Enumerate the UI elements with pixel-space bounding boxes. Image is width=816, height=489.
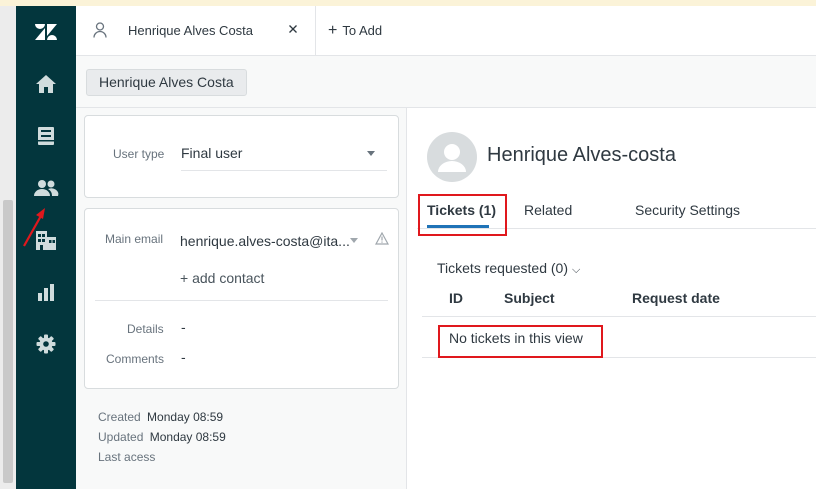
warning-icon (375, 232, 389, 245)
tab-security-settings[interactable]: Security Settings (635, 202, 740, 218)
breadcrumb-bar: Henrique Alves Costa (76, 56, 816, 108)
column-header-subject[interactable]: Subject (504, 290, 555, 306)
add-tab-button[interactable]: + To Add (328, 6, 382, 55)
created-label: Created (98, 410, 141, 424)
column-header-id[interactable]: ID (449, 290, 463, 306)
tickets-requested-label: Tickets requested (0) (437, 260, 568, 276)
add-tab-label: To Add (342, 23, 383, 38)
details-field[interactable]: - (181, 319, 186, 335)
tab-related[interactable]: Related (524, 202, 572, 218)
nav-admin[interactable] (16, 324, 76, 364)
contact-card: Main email henrique.alves-costa@ita... +… (84, 208, 399, 389)
user-type-card: User type Final user (84, 115, 399, 198)
tab-label: Henrique Alves Costa (128, 23, 254, 38)
profile-name: Henrique Alves-costa (487, 144, 676, 166)
annotation-arrow-icon (23, 208, 45, 247)
comments-label: Comments (106, 352, 165, 366)
breadcrumb[interactable]: Henrique Alves Costa (86, 69, 247, 96)
chevron-down-icon[interactable] (367, 151, 375, 156)
avatar-person-icon (438, 144, 466, 172)
divider (95, 300, 388, 301)
chevron-down-icon: ⌵ (571, 264, 581, 276)
tab-bar: Henrique Alves Costa + To Add (76, 6, 816, 56)
updated-value: Monday 08:59 (149, 430, 226, 444)
last-access-label: Last acess (98, 450, 156, 464)
updated-meta: Updated Monday 08:59 (98, 430, 226, 444)
details-label: Details (127, 322, 164, 336)
comments-field[interactable]: - (181, 349, 186, 365)
plus-icon: + (328, 21, 338, 39)
column-header-request-date[interactable]: Request date (632, 290, 720, 306)
updated-label: Updated (98, 430, 144, 444)
created-meta: Created Monday 08:59 (98, 410, 223, 424)
user-type-select[interactable]: Final user (181, 145, 242, 161)
highlight-box-tickets-tab (418, 194, 507, 236)
gear-icon (36, 334, 56, 354)
created-value: Monday 08:59 (147, 410, 224, 424)
close-icon[interactable] (285, 21, 301, 37)
main-email-label: Main email (105, 232, 164, 246)
chevron-down-icon[interactable] (350, 238, 358, 243)
last-access-meta: Last acess (98, 450, 155, 464)
tickets-requested-toggle[interactable]: Tickets requested (0) ⌵ (437, 260, 580, 277)
nav-reporting[interactable] (16, 272, 76, 312)
avatar (427, 132, 477, 182)
tab-user[interactable]: Henrique Alves Costa (76, 6, 316, 55)
table-divider (422, 316, 816, 317)
bar-chart-icon (38, 284, 54, 301)
add-contact-link[interactable]: + add contact (180, 270, 264, 286)
highlight-box-empty-message (438, 325, 603, 358)
divider (181, 170, 387, 171)
user-properties-panel: User type Final user Main email henrique… (76, 108, 407, 489)
user-type-label: User type (113, 147, 165, 161)
main-area: Henrique Alves Costa + To Add Henrique A… (76, 6, 816, 489)
profile-panel: Henrique Alves-costa Tickets (1) Related… (407, 108, 816, 489)
user-icon (93, 22, 107, 38)
main-email-field[interactable]: henrique.alves-costa@ita... (180, 233, 350, 249)
